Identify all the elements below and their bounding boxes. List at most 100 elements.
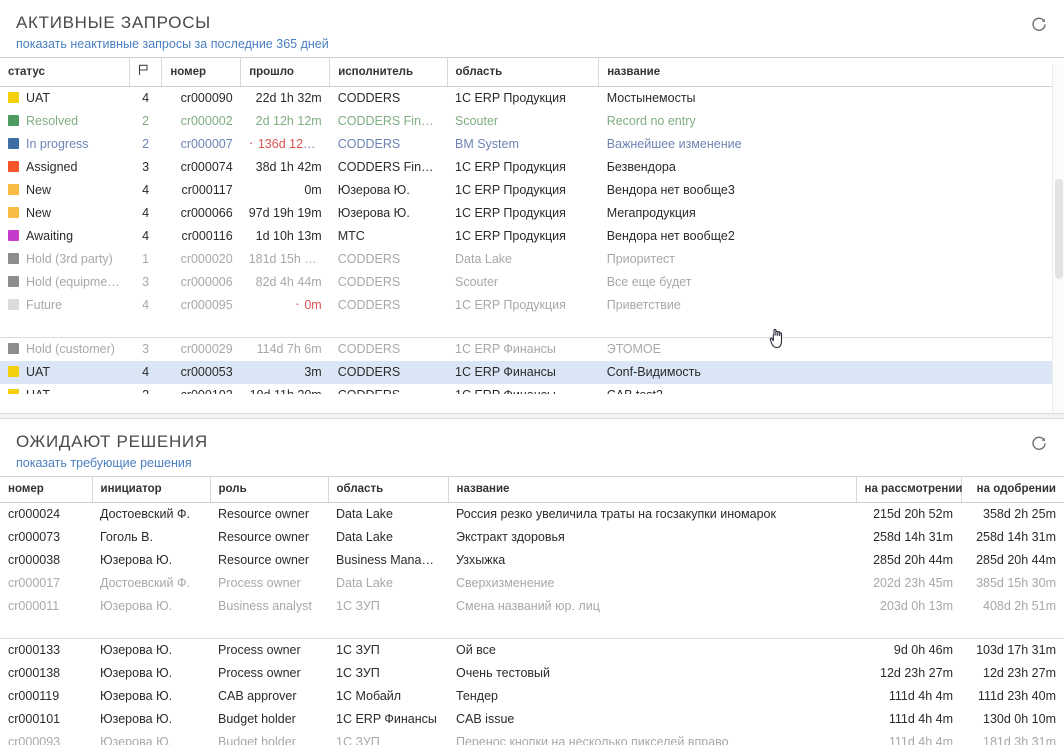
- table-row[interactable]: In progress 2 cr000007 · 136d 12h 39m CODDER…: [0, 133, 1064, 156]
- cell-initiator: Юзерова Ю.: [100, 734, 173, 745]
- cell-review-time: 111d 4h 4m: [888, 711, 953, 726]
- status-color-swatch: [8, 138, 19, 149]
- cell-status: New: [0, 202, 129, 225]
- cell-elapsed: 2d 12h 12m: [255, 114, 322, 128]
- cell-number: cr000138: [8, 665, 61, 680]
- table-row[interactable]: cr000101 Юзерова Ю. Budget holder 1C ERP Фи…: [0, 708, 1064, 731]
- cell-flag: 2: [129, 384, 161, 395]
- cell-area: 1C ERP Финансы: [447, 336, 599, 361]
- table-row[interactable]: UAT 4 cr000090 22d 1h 32m CODDERS 1C ERP Прод…: [0, 87, 1064, 111]
- column-header-flag[interactable]: [129, 57, 163, 87]
- table-row[interactable]: Awaiting 4 cr000116 1d 10h 13m МТС 1C ERP Про…: [0, 225, 1064, 248]
- cell-review-time: 285d 20h 44m: [873, 553, 953, 567]
- table-row[interactable]: Resolved 2 cr000002 2d 12h 12m CODDERS FinTe…: [0, 110, 1064, 133]
- table-row[interactable]: New 4 cr000117 0m Юзерова Ю. 1C ERP Продукция…: [0, 179, 1064, 202]
- elapsed-overdue: · 136d 12h 39m: [248, 134, 330, 151]
- cell-initiator: Юзерова Ю.: [100, 553, 173, 567]
- table-row[interactable]: cr000017 Достоевский Ф. Process owner Data …: [0, 572, 1064, 595]
- refresh-icon[interactable]: [1028, 14, 1050, 36]
- cell-number: cr000116: [181, 229, 233, 243]
- show-inactive-link[interactable]: показать неактивные запросы за последние…: [16, 36, 1048, 53]
- cell-name: Conf-Видимость: [598, 360, 1064, 384]
- dashboard-root: АКТИВНЫЕ ЗАПРОСЫ показать неактивные зап…: [0, 0, 1064, 745]
- table-row[interactable]: New 4 cr000066 97d 19h 19m Юзерова Ю. 1C ERP …: [0, 202, 1064, 225]
- cell-elapsed: 19d 11h 20m: [241, 384, 330, 395]
- cell-area: 1С ЗУП: [328, 637, 448, 662]
- column-header-name[interactable]: название: [448, 476, 857, 503]
- status-label: New: [26, 206, 52, 220]
- table-row[interactable]: cr000073 Гоголь В. Resource owner Data Lake…: [0, 526, 1064, 549]
- table-row[interactable]: cr000138 Юзерова Ю. Process owner 1С ЗУП Оче…: [0, 662, 1064, 685]
- cell-review-time: 111d 4h 4m: [888, 688, 953, 703]
- status-color-swatch: [8, 342, 19, 354]
- cell-status: New: [0, 179, 129, 202]
- status-color-swatch: [8, 299, 19, 310]
- table-row[interactable]: cr000133 Юзерова Ю. Process owner 1С ЗУП Ой …: [0, 637, 1064, 662]
- cell-review-time: 12d 23h 27m: [880, 665, 953, 680]
- table-row[interactable]: Future 4 cr000095 · 0m CODDERS 1C ERP Продукц…: [0, 294, 1064, 317]
- column-header-approve[interactable]: на одобрении: [961, 476, 1064, 503]
- cell-flag: 3: [142, 160, 150, 174]
- cell-area: Scouter: [455, 114, 499, 128]
- column-header-elapsed[interactable]: прошло: [240, 57, 331, 87]
- table-row[interactable]: cr000093 Юзерова Ю. Budget holder 1С ЗУП Пер…: [0, 731, 1064, 745]
- table-row[interactable]: Hold (equipment) 3 cr000006 82d 4h 44m CODDE…: [0, 271, 1064, 294]
- cell-role: Resource owner: [218, 507, 310, 521]
- pending-table-body: cr000024 Достоевский Ф. Resource owner Data…: [0, 503, 1064, 745]
- status-color-swatch: [8, 115, 19, 126]
- cell-number: cr000090: [180, 91, 233, 105]
- table-row[interactable]: UAT 2cr00010219d 11h 20mCODDERS1C ERP Фин…: [0, 384, 1064, 395]
- active-requests-scroll-region[interactable]: статус номер прошло исполнитель область …: [0, 57, 1064, 394]
- table-row[interactable]: UAT 4 cr000053 3m CODDERS 1C ERP Финансы Conf-…: [0, 360, 1064, 384]
- cell-area: 1С ЗУП: [336, 599, 380, 613]
- cell-role: CAB approver: [218, 688, 297, 703]
- column-header-initiator[interactable]: инициатор: [92, 476, 211, 503]
- cell-role: Process owner: [218, 665, 301, 680]
- column-header-role[interactable]: роль: [210, 476, 329, 503]
- cell-area: Scouter: [455, 275, 499, 289]
- cell-name: Record no entry: [606, 114, 696, 128]
- vertical-scrollbar[interactable]: [1052, 64, 1064, 413]
- column-header-area[interactable]: область: [447, 57, 600, 87]
- column-header-area[interactable]: область: [328, 476, 449, 503]
- cell-area: 1C ERP Финансы: [336, 711, 437, 726]
- show-requiring-decision-link[interactable]: показать требующие решения: [16, 455, 1048, 472]
- cell-approve-time: 12d 23h 27m: [983, 665, 1056, 680]
- table-row[interactable]: Assigned 3 cr000074 38d 1h 42m CODDERS FinTe…: [0, 156, 1064, 179]
- table-row[interactable]: Hold (3rd party) 1 cr000020 181d 15h 49m COD…: [0, 248, 1064, 271]
- cell-area: 1С ЗУП: [336, 734, 380, 745]
- cell-status: In progress: [0, 133, 129, 156]
- cell-assignee: CODDERS: [329, 360, 447, 384]
- column-header-number[interactable]: номер: [0, 476, 93, 503]
- column-header-status[interactable]: статус: [0, 57, 130, 87]
- table-row[interactable]: cr000024 Достоевский Ф. Resource owner Data…: [0, 503, 1064, 527]
- table-row[interactable]: cr000038 Юзерова Ю. Resource owner Business…: [0, 549, 1064, 572]
- cell-number: cr000017: [8, 576, 61, 590]
- cell-status: Hold (equipment): [0, 271, 129, 294]
- cell-number: cr000133: [0, 637, 92, 662]
- column-header-name[interactable]: название: [598, 57, 1064, 87]
- status-color-swatch: [8, 184, 19, 195]
- refresh-icon[interactable]: [1028, 433, 1050, 455]
- cell-initiator: Достоевский Ф.: [100, 507, 190, 521]
- table-row[interactable]: Hold (customer) 3 cr000029 114d 7h 6m CODDER…: [0, 336, 1064, 361]
- cell-approve-time: 358d 2h 25m: [983, 507, 1056, 521]
- cell-initiator: Юзерова Ю.: [100, 711, 173, 726]
- column-header-review[interactable]: на рассмотрении: [856, 476, 962, 503]
- cell-elapsed: 82d 4h 44m: [255, 275, 322, 289]
- cell-approve-time: 181d 3h 31m: [983, 734, 1056, 745]
- cell-role: Resource owner: [218, 530, 310, 544]
- cell-elapsed: · 136d 12h 39m: [241, 133, 330, 156]
- cell-status: Hold (3rd party): [0, 248, 129, 271]
- table-row[interactable]: cr000119 Юзерова Ю. CAB approver 1С Мобайл Т…: [0, 685, 1064, 708]
- table-row[interactable]: cr000011 Юзерова Ю. Business analyst 1С ЗУП…: [0, 595, 1064, 618]
- status-label: Future: [26, 298, 63, 312]
- column-header-assignee[interactable]: исполнитель: [329, 57, 448, 87]
- elapsed-overdue: · 0m: [295, 295, 322, 312]
- cell-role: Business analyst: [218, 599, 312, 613]
- spacer-cell: [0, 618, 1064, 638]
- cell-approve-time: 285d 20h 44m: [976, 553, 1056, 567]
- scrollbar-thumb[interactable]: [1055, 179, 1063, 279]
- column-header-number[interactable]: номер: [161, 57, 242, 87]
- status-color-swatch: [8, 92, 19, 103]
